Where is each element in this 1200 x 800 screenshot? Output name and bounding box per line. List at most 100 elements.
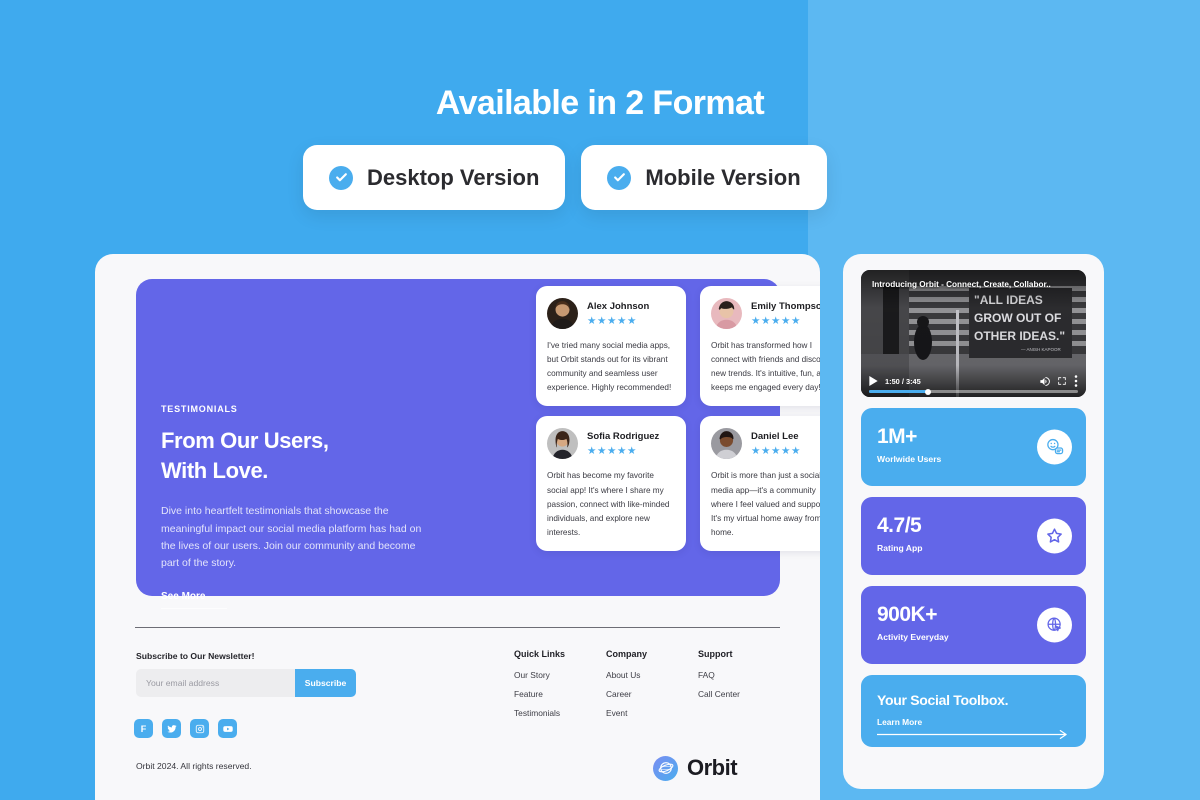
avatar [547, 428, 578, 460]
video-progress-knob[interactable] [924, 388, 931, 395]
footer-link[interactable]: Feature [514, 689, 606, 699]
review-meta: Sofia Rodriguez ★★★★★ [587, 431, 659, 457]
footer-column-title: Support [698, 649, 733, 659]
social-links: F [134, 719, 237, 738]
brand-name: Orbit [687, 755, 738, 780]
review-text: Orbit has become my favorite social app!… [547, 471, 670, 537]
more-options-icon[interactable] [1074, 375, 1078, 387]
review-text: Orbit has transformed how I connect with… [711, 341, 820, 393]
mobile-preview-panel: "ALL IDEAS GROW OUT OF OTHER IDEAS." — A… [843, 254, 1104, 789]
review-meta: Daniel Lee ★★★★★ [751, 431, 801, 457]
video-player[interactable]: "ALL IDEAS GROW OUT OF OTHER IDEAS." — A… [861, 270, 1086, 397]
review-author: Emily Thompson [751, 300, 820, 312]
testimonials-heading-line2: With Love. [161, 457, 269, 483]
stat-card-worldwide-users: 1M+ Worlwide Users [861, 408, 1086, 486]
testimonials-copy: TESTIMONIALS From Our Users, With Love. … [161, 404, 426, 610]
site-footer: Subscribe to Our Newsletter! Subscribe F [95, 639, 820, 800]
review-author: Sofia Rodriguez [587, 431, 660, 443]
review-card: Daniel Lee ★★★★★ Orbit is more than just… [700, 416, 820, 551]
orbit-planet-icon [653, 755, 678, 781]
cta-title: Your Social Toolbox. [877, 692, 1009, 708]
testimonials-heading-line1: From Our Users, [161, 428, 329, 453]
volume-icon[interactable] [1039, 376, 1050, 387]
twitter-icon[interactable] [162, 719, 181, 738]
footer-link[interactable]: Career [606, 689, 698, 699]
page-root: Available in 2 Format Desktop Version Mo… [0, 0, 1200, 800]
footer-link[interactable]: Event [606, 708, 698, 718]
footer-column-support: Support FAQ Call Center [698, 649, 790, 727]
review-header: Alex Johnson ★★★★★ [547, 298, 675, 329]
email-field[interactable] [136, 669, 295, 697]
review-author: Daniel Lee [751, 431, 799, 443]
footer-link[interactable]: Our Story [514, 670, 606, 680]
play-icon[interactable] [869, 376, 878, 386]
fullscreen-icon[interactable] [1057, 376, 1067, 386]
review-header: Daniel Lee ★★★★★ [711, 428, 820, 460]
globe-cursor-icon [1037, 607, 1072, 643]
review-card: Emily Thompson ★★★★★ Orbit has transform… [700, 286, 820, 407]
see-more-label: See More [161, 590, 206, 602]
footer-column-company: Company About Us Career Event [606, 649, 698, 727]
desktop-version-button[interactable]: Desktop Version [303, 145, 566, 210]
desktop-preview-panel: TESTIMONIALS From Our Users, With Love. … [95, 254, 820, 800]
footer-link[interactable]: Call Center [698, 689, 790, 699]
footer-link[interactable]: Testimonials [514, 708, 606, 718]
desktop-version-label: Desktop Version [367, 164, 540, 190]
footer-divider [135, 627, 780, 628]
footer-link[interactable]: FAQ [698, 670, 790, 680]
page-title: Available in 2 Format [435, 84, 765, 122]
review-card-grid: Alex Johnson ★★★★★ I've tried many socia… [536, 286, 820, 551]
video-progress-bar[interactable] [869, 388, 1078, 395]
review-card: Alex Johnson ★★★★★ I've tried many socia… [536, 286, 686, 407]
star-rating-icon: ★★★★★ [587, 314, 638, 327]
format-button-group: Desktop Version Mobile Version [303, 145, 827, 210]
testimonials-description: Dive into heartfelt testimonials that sh… [161, 505, 422, 570]
footer-link[interactable]: About Us [606, 670, 698, 680]
arrow-right-icon [877, 726, 1070, 735]
testimonials-heading: From Our Users, With Love. [161, 426, 426, 485]
stat-card-rating-app: 4.7/5 Rating App [861, 497, 1086, 575]
check-circle-icon [329, 165, 353, 190]
check-circle-icon [607, 165, 632, 190]
footer-column-quick-links: Quick Links Our Story Feature Testimonia… [514, 649, 606, 727]
review-author: Alex Johnson [587, 300, 650, 312]
facebook-icon[interactable]: F [134, 719, 153, 738]
footer-link-columns: Quick Links Our Story Feature Testimonia… [514, 649, 790, 727]
video-progress-fill [869, 390, 928, 393]
newsletter-title: Subscribe to Our Newsletter! [136, 651, 255, 661]
copyright-text: Orbit 2024. All rights reserved. [136, 761, 252, 771]
review-card: Sofia Rodriguez ★★★★★ Orbit has become m… [536, 416, 686, 551]
subscribe-button[interactable]: Subscribe [295, 669, 356, 697]
avatar [547, 298, 578, 329]
avatar [711, 298, 742, 329]
star-rating-icon: ★★★★★ [751, 445, 802, 458]
mobile-version-button[interactable]: Mobile Version [581, 145, 827, 210]
people-chat-icon [1037, 429, 1072, 465]
see-more-underline [161, 607, 227, 610]
youtube-icon[interactable] [218, 719, 237, 738]
stat-card-activity-everyday: 900K+ Activity Everyday [861, 586, 1086, 664]
footer-column-title: Quick Links [514, 649, 566, 659]
star-rating-icon: ★★★★★ [587, 445, 638, 458]
see-more-link[interactable]: See More [161, 591, 227, 610]
review-meta: Emily Thompson ★★★★★ [751, 301, 820, 327]
testimonials-card: TESTIMONIALS From Our Users, With Love. … [136, 279, 820, 610]
testimonials-eyebrow: TESTIMONIALS [161, 404, 238, 414]
review-text: I've tried many social media apps, but O… [547, 341, 672, 393]
review-meta: Alex Johnson ★★★★★ [587, 301, 649, 327]
review-header: Sofia Rodriguez ★★★★★ [547, 428, 675, 460]
video-controls: 1:50 / 3:45 [861, 375, 1086, 387]
newsletter-form: Subscribe [136, 669, 356, 697]
mobile-version-label: Mobile Version [645, 164, 801, 190]
social-toolbox-cta[interactable]: Your Social Toolbox. Learn More [861, 675, 1086, 747]
footer-column-title: Company [606, 649, 648, 659]
review-text: Orbit is more than just a social media a… [711, 471, 820, 537]
brand-logo[interactable]: Orbit [653, 755, 738, 781]
video-title: Introducing Orbit - Connect, Create, Col… [872, 280, 1051, 289]
star-rating-icon: ★★★★★ [751, 314, 802, 327]
instagram-icon[interactable] [190, 719, 209, 738]
star-outline-icon [1037, 518, 1072, 554]
avatar [711, 428, 742, 460]
facebook-glyph: F [140, 723, 147, 734]
video-timestamp: 1:50 / 3:45 [885, 376, 921, 386]
